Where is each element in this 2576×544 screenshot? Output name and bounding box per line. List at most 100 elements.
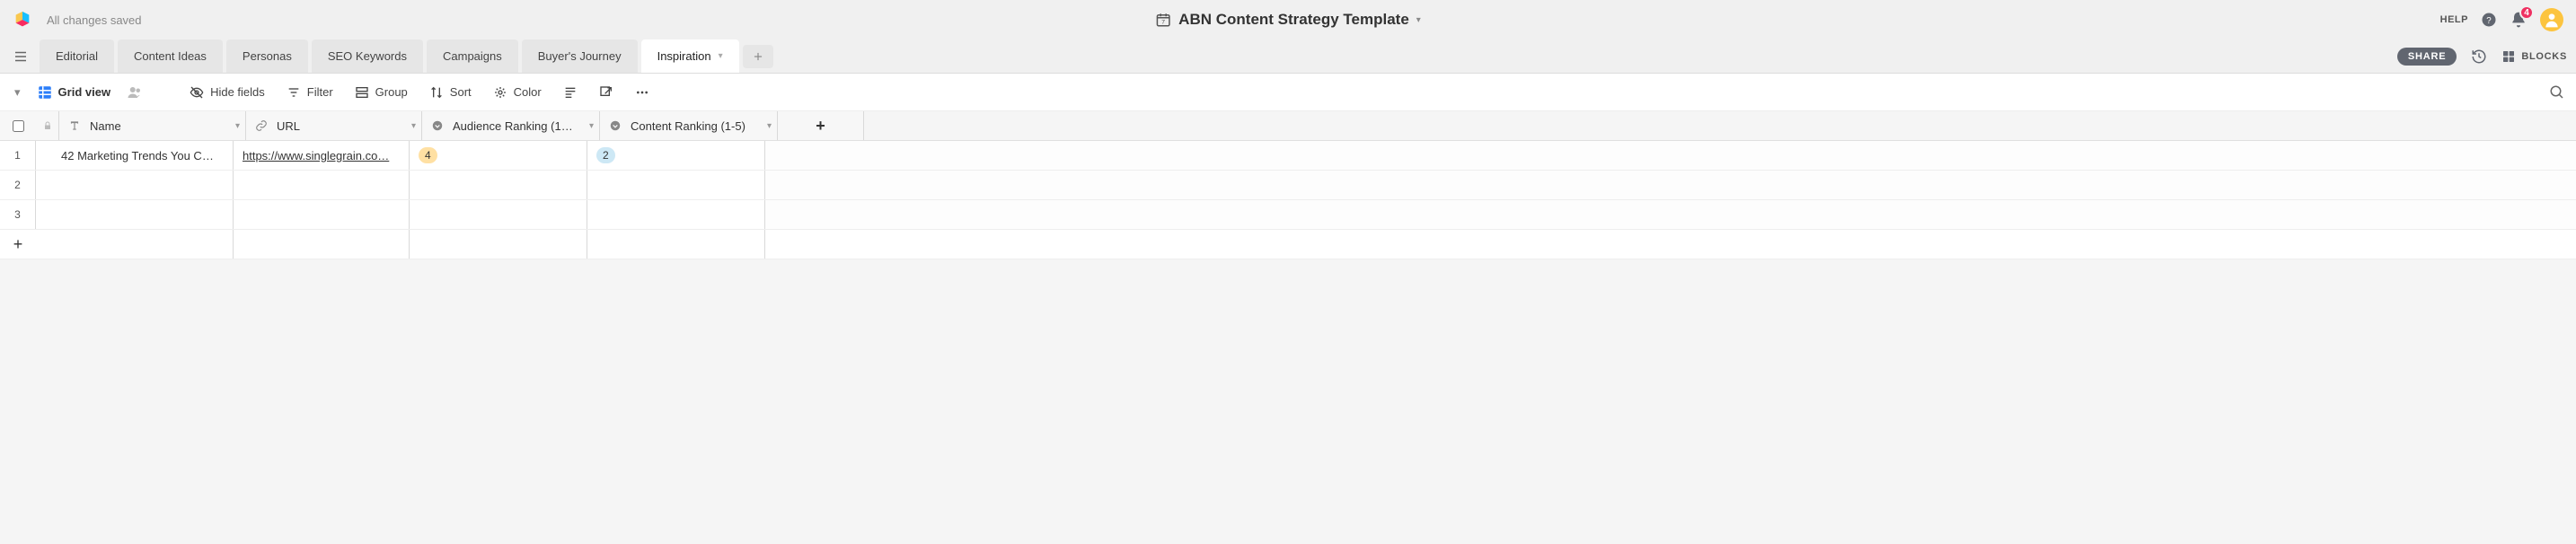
- table-row[interactable]: 142 Marketing Trends You C…https://www.s…: [0, 141, 2576, 171]
- base-title-text: ABN Content Strategy Template: [1178, 11, 1409, 29]
- group-icon: [355, 85, 369, 100]
- group-label: Group: [375, 85, 408, 99]
- url-type-icon: [255, 119, 268, 132]
- blank-cell: [765, 171, 2576, 199]
- chevron-down-icon[interactable]: ▾: [235, 121, 240, 131]
- tab-inspiration[interactable]: Inspiration ▾: [641, 39, 739, 73]
- view-toolbar: ▾ Grid view Hide fields Filter Group Sor…: [0, 74, 2576, 111]
- cell-url[interactable]: [234, 200, 410, 229]
- notifications-button[interactable]: 4: [2510, 11, 2527, 29]
- select-all-checkbox[interactable]: [0, 111, 36, 140]
- user-avatar[interactable]: [2540, 8, 2563, 31]
- sort-label: Sort: [450, 85, 472, 99]
- sort-icon: [429, 85, 444, 100]
- column-header-name[interactable]: Name ▾: [59, 111, 246, 140]
- view-switcher[interactable]: Grid view: [31, 81, 117, 104]
- blocks-label: BLOCKS: [2521, 51, 2567, 62]
- app-logo[interactable]: [13, 10, 32, 30]
- chevron-down-icon[interactable]: ▾: [589, 121, 594, 131]
- chevron-down-icon[interactable]: ▾: [411, 121, 416, 131]
- cell-content[interactable]: [587, 171, 765, 199]
- chevron-down-icon: ▾: [719, 51, 723, 61]
- cell-content[interactable]: 2: [587, 141, 765, 170]
- hide-fields-label: Hide fields: [210, 85, 265, 99]
- view-name: Grid view: [58, 85, 111, 99]
- svg-text:7: 7: [1161, 20, 1165, 26]
- plus-icon: +: [0, 235, 36, 254]
- group-button[interactable]: Group: [348, 82, 415, 103]
- cell-content[interactable]: [587, 200, 765, 229]
- cell-name[interactable]: 42 Marketing Trends You C…: [36, 141, 234, 170]
- row-height-button[interactable]: [556, 82, 585, 103]
- tab-label: Campaigns: [443, 49, 502, 63]
- row-number: 2: [0, 171, 36, 199]
- cell-audience[interactable]: [410, 200, 587, 229]
- cell-name[interactable]: [36, 200, 234, 229]
- tab-label: Personas: [243, 49, 292, 63]
- column-name-label: Name: [90, 119, 121, 133]
- blank-cell: [765, 200, 2576, 229]
- color-button[interactable]: Color: [486, 82, 549, 103]
- sort-button[interactable]: Sort: [422, 82, 479, 103]
- help-icon[interactable]: ?: [2481, 12, 2497, 28]
- column-header-url[interactable]: URL ▾: [246, 111, 422, 140]
- text-type-icon: [68, 119, 81, 132]
- cell-url[interactable]: [234, 171, 410, 199]
- base-title[interactable]: 7 ABN Content Strategy Template ▾: [1155, 11, 1421, 29]
- notification-badge: 4: [2519, 5, 2534, 20]
- blank-header: [864, 111, 2576, 140]
- collaborators-icon[interactable]: [127, 84, 143, 101]
- cell-audience[interactable]: 4: [410, 141, 587, 170]
- grid: Name ▾ URL ▾ Audience Ranking (1… ▾ Cont…: [0, 111, 2576, 259]
- add-row[interactable]: +: [0, 230, 2576, 259]
- menu-icon[interactable]: [13, 48, 29, 65]
- table-row[interactable]: 3: [0, 200, 2576, 230]
- save-status: All changes saved: [47, 13, 142, 27]
- views-menu-caret[interactable]: ▾: [11, 82, 24, 103]
- cell-url[interactable]: https://www.singlegrain.co…: [234, 141, 410, 170]
- svg-text:?: ?: [2486, 16, 2492, 26]
- add-table-button[interactable]: [743, 45, 773, 68]
- tab-label: Inspiration: [657, 49, 711, 63]
- calendar-icon: 7: [1155, 12, 1171, 28]
- add-column-button[interactable]: +: [778, 111, 864, 140]
- select-type-icon: [609, 119, 622, 132]
- blocks-button[interactable]: BLOCKS: [2501, 49, 2567, 64]
- share-view-button[interactable]: [592, 82, 621, 103]
- column-header-audience[interactable]: Audience Ranking (1… ▾: [422, 111, 600, 140]
- help-label[interactable]: HELP: [2440, 14, 2468, 25]
- row-number: 1: [0, 141, 36, 170]
- tab-editorial[interactable]: Editorial: [40, 39, 114, 73]
- chevron-down-icon: ▾: [1416, 15, 1421, 25]
- hide-fields-button[interactable]: Hide fields: [182, 82, 272, 103]
- filter-label: Filter: [307, 85, 333, 99]
- blocks-icon: [2501, 49, 2516, 64]
- history-icon[interactable]: [2471, 48, 2487, 65]
- table-row[interactable]: 2: [0, 171, 2576, 200]
- color-label: Color: [514, 85, 542, 99]
- cell-audience[interactable]: [410, 171, 587, 199]
- tab-label: Content Ideas: [134, 49, 207, 63]
- cell-name[interactable]: [36, 171, 234, 199]
- select-type-icon: [431, 119, 444, 132]
- tab-label: Editorial: [56, 49, 98, 63]
- grid-view-icon: [37, 84, 53, 101]
- tab-buyer-s-journey[interactable]: Buyer's Journey: [522, 39, 638, 73]
- tab-seo-keywords[interactable]: SEO Keywords: [312, 39, 423, 73]
- column-header-content[interactable]: Content Ranking (1-5) ▾: [600, 111, 778, 140]
- chevron-down-icon[interactable]: ▾: [767, 121, 772, 131]
- filter-button[interactable]: Filter: [279, 82, 340, 103]
- tab-personas[interactable]: Personas: [226, 39, 308, 73]
- tabs-bar: Editorial Content Ideas Personas SEO Keywor…: [0, 39, 2576, 74]
- row-number: 3: [0, 200, 36, 229]
- tab-campaigns[interactable]: Campaigns: [427, 39, 518, 73]
- share-button[interactable]: SHARE: [2397, 48, 2457, 66]
- header-top: All changes saved 7 ABN Content Strategy…: [0, 0, 2576, 39]
- search-button[interactable]: [2549, 84, 2565, 101]
- tab-label: SEO Keywords: [328, 49, 407, 63]
- tab-content-ideas[interactable]: Content Ideas: [118, 39, 223, 73]
- blank-cell: [765, 141, 2576, 170]
- eye-off-icon: [190, 85, 204, 100]
- column-header-row: Name ▾ URL ▾ Audience Ranking (1… ▾ Cont…: [0, 111, 2576, 141]
- more-button[interactable]: [628, 82, 657, 103]
